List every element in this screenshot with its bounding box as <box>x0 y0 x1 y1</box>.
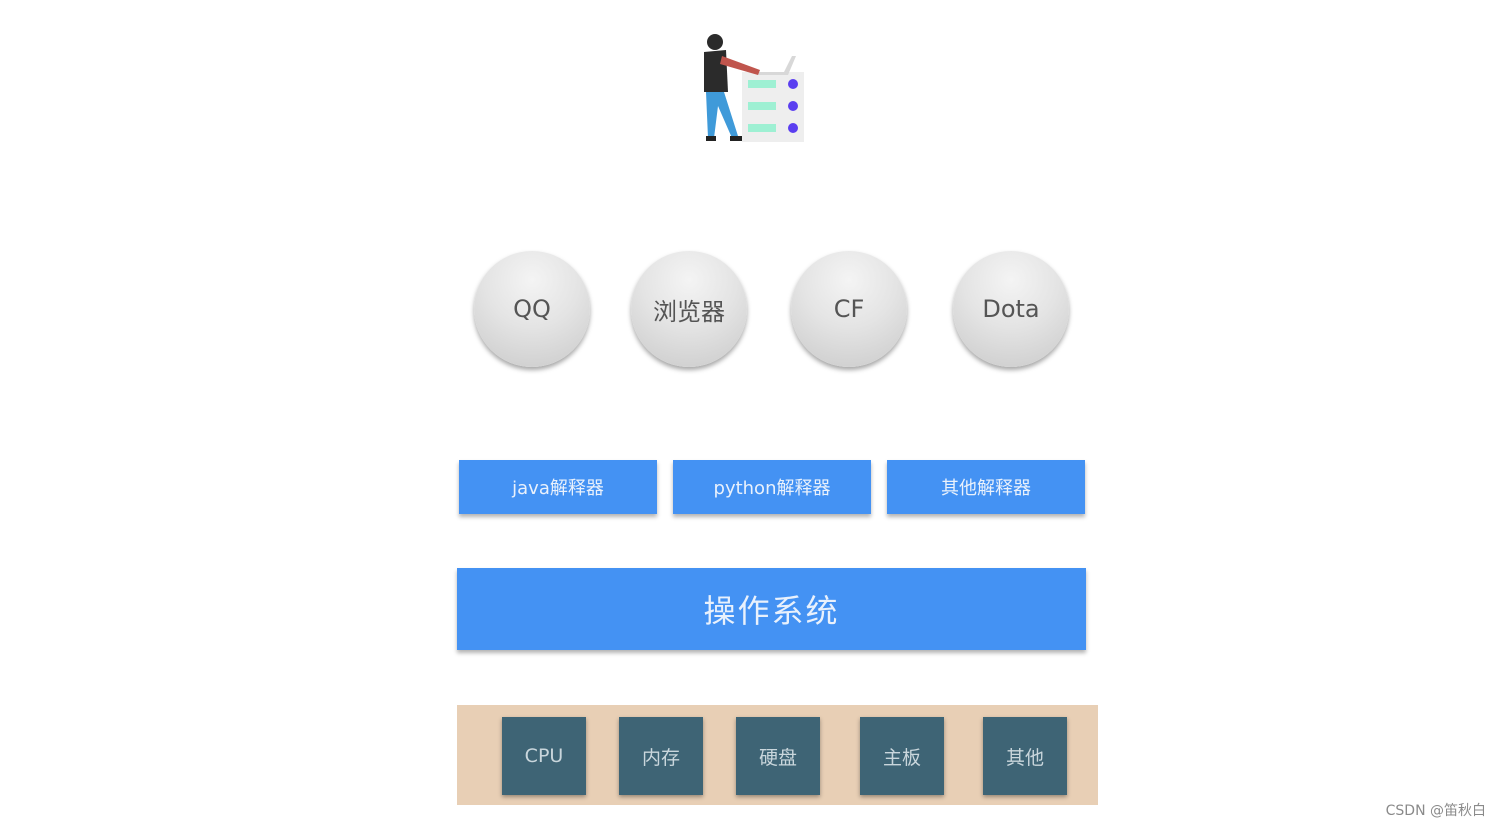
app-label: QQ <box>513 295 551 323</box>
hardware-cpu: CPU <box>502 717 586 795</box>
app-browser: 浏览器 <box>631 251 747 367</box>
interpreter-label: 其他解释器 <box>941 478 1031 499</box>
app-label: 浏览器 <box>653 297 725 326</box>
hardware-label: 其他 <box>1005 746 1044 769</box>
app-label: CF <box>833 295 865 323</box>
app-qq: QQ <box>474 251 590 367</box>
operating-system-layer: 操作系统 <box>457 568 1086 650</box>
app-label: Dota <box>982 295 1040 323</box>
interpreter-other: 其他解释器 <box>887 460 1085 514</box>
hardware-disk: 硬盘 <box>736 717 820 795</box>
interpreter-python: python解释器 <box>673 460 871 514</box>
person-server-illustration <box>704 34 804 142</box>
interpreter-label: java解释器 <box>512 478 604 499</box>
hardware-motherboard: 主板 <box>860 717 944 795</box>
interpreter-label: python解释器 <box>713 478 831 499</box>
app-dota: Dota <box>953 251 1069 367</box>
interpreter-java: java解释器 <box>459 460 657 514</box>
app-cf: CF <box>791 251 907 367</box>
watermark: CSDN @笛秋白 <box>1385 803 1486 819</box>
hardware-other: 其他 <box>983 717 1067 795</box>
server-rack-icon <box>742 72 804 142</box>
hardware-label: CPU <box>524 745 564 767</box>
hardware-label: 内存 <box>641 746 680 769</box>
hardware-label: 硬盘 <box>758 746 797 769</box>
os-label: 操作系统 <box>703 592 840 630</box>
hardware-layer: CPU 内存 硬盘 主板 其他 <box>457 705 1098 805</box>
hardware-label: 主板 <box>882 746 921 769</box>
hardware-memory: 内存 <box>619 717 703 795</box>
